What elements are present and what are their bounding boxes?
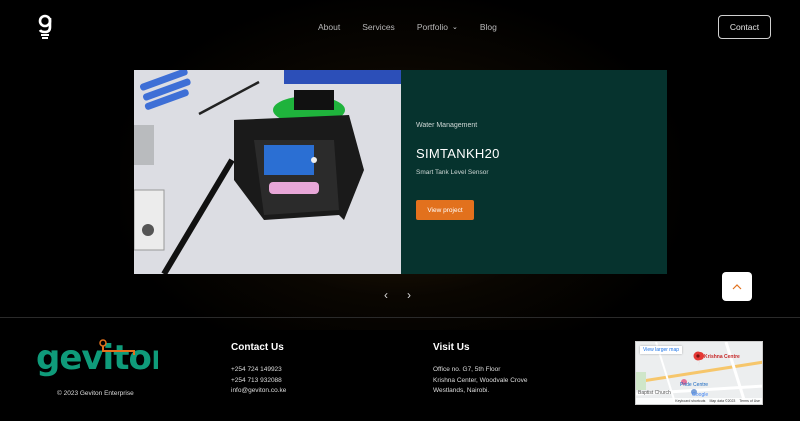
slide-subtitle: Smart Tank Level Sensor — [416, 169, 489, 176]
nav-blog[interactable]: Blog — [480, 22, 497, 32]
map-label: Pride Centre — [680, 382, 709, 388]
contact-heading: Contact Us — [231, 342, 284, 353]
carousel-next-icon[interactable]: › — [407, 288, 411, 302]
chevron-up-icon — [732, 283, 742, 289]
address-line: Office no. G7, 5th Floor — [433, 366, 501, 373]
logo-icon[interactable] — [37, 14, 53, 40]
phone-1[interactable]: +254 724 149923 — [231, 365, 286, 376]
slide-details: Water Management SIMTANKH20 Smart Tank L… — [401, 70, 667, 274]
carousel-prev-icon[interactable]: ‹ — [384, 288, 388, 302]
view-project-button[interactable]: View project — [416, 200, 474, 220]
view-larger-map-link[interactable]: View larger map — [640, 346, 683, 354]
scroll-to-top-button[interactable] — [722, 272, 752, 301]
map-label: Baptist Church — [638, 390, 671, 396]
address-line: Krishna Center, Woodvale Crove — [433, 376, 528, 384]
map-attr-shortcuts[interactable]: Keyboard shortcuts — [675, 399, 705, 403]
footer-visit: Visit Us Office no. G7, 5th Floor Krishn… — [433, 342, 528, 397]
footer-divider — [0, 317, 800, 318]
nav-services[interactable]: Services — [362, 22, 395, 32]
main-nav: About Services Portfolio ⌄ Blog — [318, 22, 519, 32]
footer-contact: Contact Us +254 724 149923 +254 713 9320… — [231, 342, 286, 397]
phone-2[interactable]: +254 713 932088 — [231, 376, 286, 387]
nav-portfolio[interactable]: Portfolio ⌄ — [417, 22, 458, 32]
location-map[interactable]: View larger map Krishna Centre Pride Cen… — [635, 341, 763, 405]
map-attribution: Keyboard shortcuts Map data ©2023 Terms … — [636, 398, 762, 404]
portfolio-slide: Water Management SIMTANKH20 Smart Tank L… — [134, 70, 667, 274]
svg-text:geviton: geviton — [36, 339, 158, 378]
nav-about[interactable]: About — [318, 22, 340, 32]
chevron-down-icon: ⌄ — [452, 24, 458, 31]
email[interactable]: info@geviton.co.ke — [231, 386, 286, 397]
contact-button[interactable]: Contact — [718, 15, 771, 39]
map-attr-terms[interactable]: Terms of Use — [739, 399, 760, 403]
slide-title: SIMTANKH20 — [416, 146, 500, 161]
nav-portfolio-label: Portfolio — [416, 22, 448, 32]
address-line: Westlands, Nairobi. — [433, 387, 490, 394]
product-photo — [134, 70, 401, 274]
map-attr-data: Map data ©2023 — [709, 399, 736, 403]
slide-category: Water Management — [416, 122, 478, 129]
footer-logo[interactable]: geviton — [36, 339, 158, 381]
visit-heading: Visit Us — [433, 342, 470, 353]
map-place-label: Krishna Centre — [704, 354, 740, 360]
copyright: © 2023 Geviton Enterprise — [57, 390, 134, 397]
